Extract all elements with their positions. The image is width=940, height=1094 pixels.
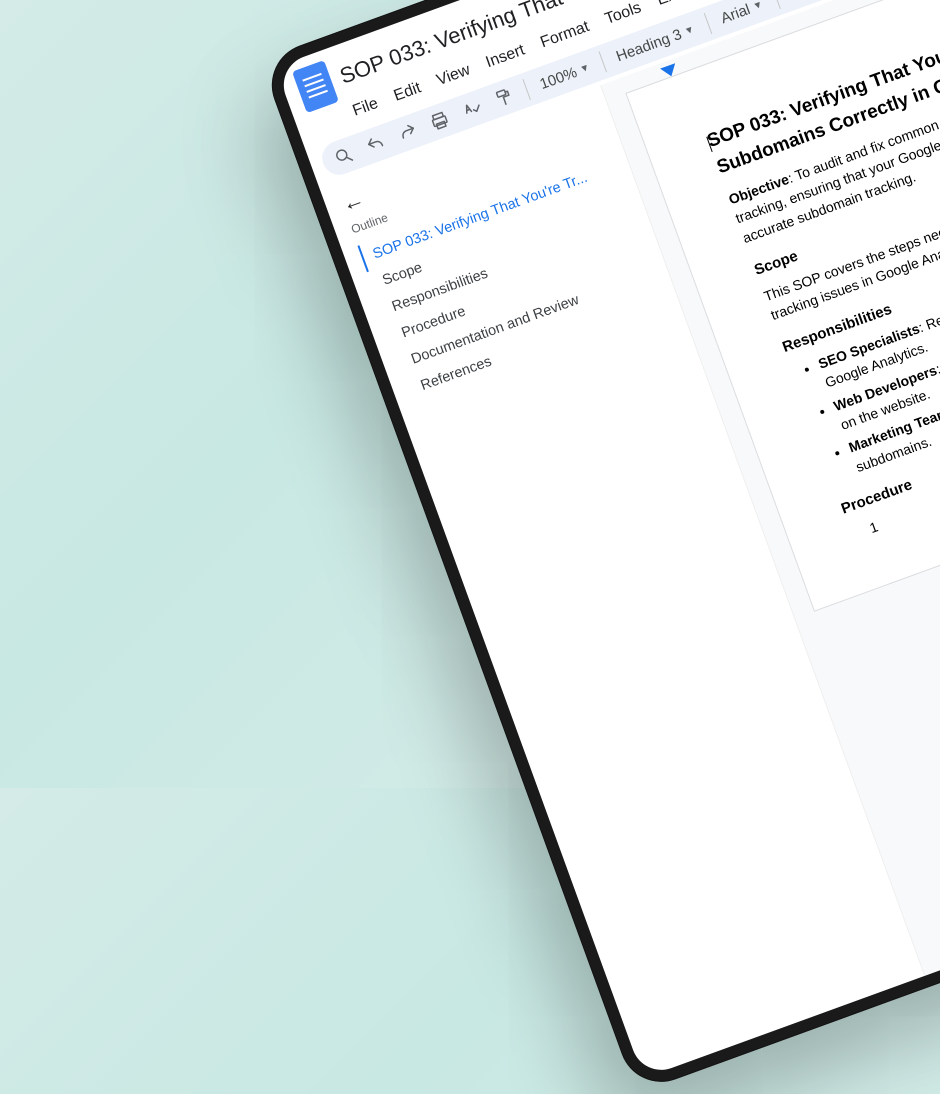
font-value: Arial [718,0,752,26]
print-icon[interactable] [427,108,453,134]
chevron-down-icon: ▼ [578,62,591,76]
chevron-down-icon: ▼ [751,0,764,12]
redo-icon[interactable] [395,120,421,146]
font-dropdown[interactable]: Arial▼ [718,0,765,27]
menu-view[interactable]: View [434,61,472,90]
spellcheck-icon[interactable] [459,97,485,123]
paint-format-icon[interactable] [491,85,517,111]
chevron-down-icon: ▼ [683,23,696,37]
font-size-decrease[interactable]: − [787,0,801,2]
menu-file[interactable]: File [350,95,380,121]
menu-edit[interactable]: Edit [392,79,424,105]
search-icon[interactable] [331,143,357,169]
menu-tools[interactable]: Tools [603,0,644,29]
zoom-dropdown[interactable]: 100%▼ [537,59,592,93]
undo-icon[interactable] [363,132,389,158]
zoom-value: 100% [537,63,579,92]
